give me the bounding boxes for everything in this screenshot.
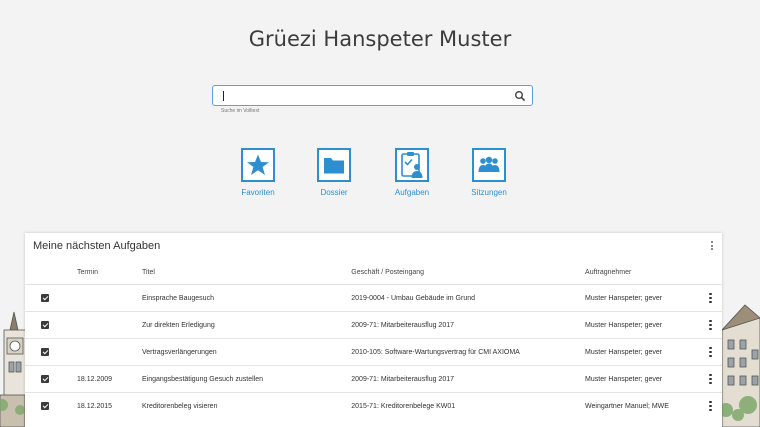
checkbox-checked[interactable] xyxy=(41,375,49,383)
search-hint: Suche im Volltext xyxy=(221,108,260,114)
clipboard-task-icon xyxy=(401,152,423,178)
cell-auftragnehmer: Muster Hanspeter; gever xyxy=(585,311,699,339)
cell-auftragnehmer: Muster Hanspeter; gever xyxy=(585,338,699,366)
cell-termin xyxy=(77,338,142,366)
search-icon[interactable] xyxy=(514,90,526,102)
table-header-row: Termin Titel Geschäft / Posteingang Auft… xyxy=(25,260,722,285)
star-icon xyxy=(247,154,269,175)
cell-geschaeft: 2010-105: Software-Wartungsvertrag für C… xyxy=(351,338,586,366)
row-menu-icon[interactable] xyxy=(699,319,722,331)
cell-geschaeft: 2019-0004 - Umbau Gebäude im Grund xyxy=(351,284,586,312)
table-row[interactable]: Vertragsverlängerungen 2010-105: Softwar… xyxy=(25,338,722,366)
cell-auftragnehmer: Muster Hanspeter; gever xyxy=(585,365,699,393)
header-geschaeft[interactable]: Geschäft / Posteingang xyxy=(351,260,585,285)
tile-label: Favoriten xyxy=(241,188,275,197)
tile-aufgaben[interactable]: Aufgaben xyxy=(382,148,442,197)
checkbox-checked[interactable] xyxy=(41,294,49,302)
header-termin[interactable]: Termin xyxy=(77,260,142,285)
task-title-link[interactable]: Zur direkten Erledigung xyxy=(141,311,352,339)
task-title-link[interactable]: Eingangsbestätigung Gesuch zustellen xyxy=(141,365,352,393)
header-actions xyxy=(699,260,722,285)
cell-termin: 18.12.2009 xyxy=(77,365,142,393)
tasks-card: Meine nächsten Aufgaben Termin Titel Ges… xyxy=(25,233,722,427)
task-title-link[interactable]: Einsprache Baugesuch xyxy=(141,284,352,312)
cell-termin xyxy=(77,284,142,312)
checkbox-checked[interactable] xyxy=(41,321,49,329)
cell-auftragnehmer: Muster Hanspeter; gever xyxy=(585,284,699,312)
sitzungen-tile-box[interactable] xyxy=(472,148,506,182)
table-row[interactable]: 18.12.2015 Kreditorenbeleg visieren 2015… xyxy=(25,392,722,419)
header-checkbox xyxy=(25,260,77,285)
dossier-tile-box[interactable] xyxy=(317,148,351,182)
tile-favoriten[interactable]: Favoriten xyxy=(228,148,288,197)
checkbox-checked[interactable] xyxy=(41,402,49,410)
card-menu-icon[interactable] xyxy=(710,241,713,250)
search-box[interactable] xyxy=(212,85,533,106)
header-titel[interactable]: Titel xyxy=(142,260,351,285)
header-auftragnehmer[interactable]: Auftragnehmer xyxy=(585,260,699,285)
cell-termin xyxy=(77,311,142,339)
tile-sitzungen[interactable]: Sitzungen xyxy=(459,148,519,197)
tile-label: Dossier xyxy=(320,188,348,197)
tasks-table: Termin Titel Geschäft / Posteingang Auft… xyxy=(25,260,722,419)
table-row[interactable]: Zur direkten Erledigung 2009-71: Mitarbe… xyxy=(25,311,722,339)
tasks-card-title: Meine nächsten Aufgaben xyxy=(33,240,161,252)
page-title: Grüezi Hanspeter Muster xyxy=(248,27,512,51)
cell-auftragnehmer: Weingartner Manuel; MWE xyxy=(585,392,699,419)
tile-dossier[interactable]: Dossier xyxy=(304,148,364,197)
cell-geschaeft: 2009-71: Mitarbeiterausflug 2017 xyxy=(351,365,586,393)
cell-geschaeft: 2015-71: Kreditorenbelege KW01 xyxy=(351,392,586,419)
group-icon xyxy=(478,156,500,172)
row-menu-icon[interactable] xyxy=(699,346,722,358)
task-title-link[interactable]: Vertragsverlängerungen xyxy=(141,338,352,366)
checkbox-checked[interactable] xyxy=(41,348,49,356)
task-title-link[interactable]: Kreditorenbeleg visieren xyxy=(141,392,352,419)
tile-label: Sitzungen xyxy=(471,188,507,197)
cell-geschaeft: 2009-71: Mitarbeiterausflug 2017 xyxy=(351,311,586,339)
search-input[interactable] xyxy=(227,88,507,103)
tile-label: Aufgaben xyxy=(394,188,430,197)
table-row[interactable]: Einsprache Baugesuch 2019-0004 - Umbau G… xyxy=(25,284,722,312)
table-row[interactable]: 18.12.2009 Eingangsbestätigung Gesuch zu… xyxy=(25,365,722,393)
favorites-tile-box[interactable] xyxy=(241,148,275,182)
cell-termin: 18.12.2015 xyxy=(77,392,142,419)
folder-icon xyxy=(324,158,344,174)
text-cursor xyxy=(223,91,224,101)
aufgaben-tile-box[interactable] xyxy=(395,148,429,182)
row-menu-icon[interactable] xyxy=(699,292,722,304)
row-menu-icon[interactable] xyxy=(699,400,722,412)
row-menu-icon[interactable] xyxy=(699,373,722,385)
